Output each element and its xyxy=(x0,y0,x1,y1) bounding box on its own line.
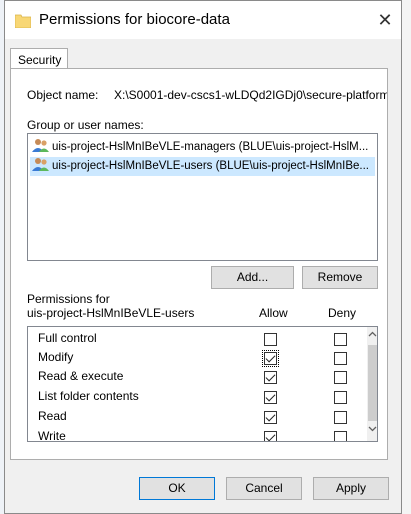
permission-row-read: Read xyxy=(28,407,362,427)
list-item-users[interactable]: uis-project-HslMnIBeVLE-users (BLUE\uis-… xyxy=(30,157,375,176)
folder-icon xyxy=(15,14,31,28)
allow-checkbox[interactable] xyxy=(264,411,277,424)
background-window-right xyxy=(402,0,411,514)
close-button[interactable]: ✕ xyxy=(371,7,399,33)
permission-row-modify: Modify xyxy=(28,348,362,368)
allow-checkbox[interactable] xyxy=(264,371,277,384)
allow-checkbox[interactable] xyxy=(264,431,277,441)
deny-checkbox[interactable] xyxy=(334,411,347,424)
window-title: Permissions for biocore-data xyxy=(39,11,230,28)
permission-label: List folder contents xyxy=(38,389,139,403)
permissions-header: Permissions for xyxy=(27,292,110,306)
allow-checkbox[interactable] xyxy=(262,350,279,367)
permission-label: Write xyxy=(38,429,66,442)
list-item-managers[interactable]: uis-project-HslMnIBeVLE-managers (BLUE\u… xyxy=(30,138,375,157)
permission-row-full-control: Full control xyxy=(28,329,362,349)
tab-security[interactable]: Security xyxy=(10,48,68,69)
scroll-down-icon[interactable] xyxy=(368,424,377,433)
deny-checkbox[interactable] xyxy=(334,352,347,365)
add-button[interactable]: Add... xyxy=(211,266,294,289)
deny-column-header: Deny xyxy=(328,306,357,320)
object-name-label: Object name: xyxy=(27,88,99,102)
permissions-list[interactable]: Full control Modify Read & execute List … xyxy=(27,326,378,442)
permissions-principal: uis-project-HslMnIBeVLE-users xyxy=(27,306,195,320)
list-item-label: uis-project-HslMnIBeVLE-managers (BLUE\u… xyxy=(52,141,369,153)
permission-label: Read xyxy=(38,409,67,423)
allow-column-header: Allow xyxy=(259,306,288,320)
object-name-value: X:\S0001-dev-cscs1-wLDQd2IGDj0\secure-pl… xyxy=(114,88,387,102)
deny-checkbox[interactable] xyxy=(334,431,347,441)
cancel-button[interactable]: Cancel xyxy=(226,477,302,500)
apply-button[interactable]: Apply xyxy=(313,477,389,500)
deny-checkbox[interactable] xyxy=(334,333,347,346)
deny-checkbox[interactable] xyxy=(334,371,347,384)
permission-row-write: Write xyxy=(28,427,362,442)
permission-label: Modify xyxy=(38,350,74,364)
group-names-label: Group or user names: xyxy=(27,118,144,132)
remove-button[interactable]: Remove xyxy=(302,266,378,289)
user-group-icon xyxy=(32,157,50,172)
permission-label: Read & execute xyxy=(38,369,124,383)
group-user-listbox[interactable]: uis-project-HslMnIBeVLE-managers (BLUE\u… xyxy=(27,133,378,261)
title-bar[interactable]: Permissions for biocore-data ✕ xyxy=(5,1,401,39)
allow-checkbox[interactable] xyxy=(264,333,277,346)
user-group-icon xyxy=(32,138,50,153)
deny-checkbox[interactable] xyxy=(334,391,347,404)
ok-button[interactable]: OK xyxy=(139,477,215,500)
permission-row-read-execute: Read & execute xyxy=(28,367,362,387)
permission-row-list-folder: List folder contents xyxy=(28,387,362,407)
scroll-up-icon[interactable] xyxy=(368,330,377,339)
list-item-label: uis-project-HslMnIBeVLE-users (BLUE\uis-… xyxy=(52,160,369,172)
allow-checkbox[interactable] xyxy=(264,391,277,404)
scrollbar-thumb[interactable] xyxy=(368,345,377,421)
permission-label: Full control xyxy=(38,331,97,345)
